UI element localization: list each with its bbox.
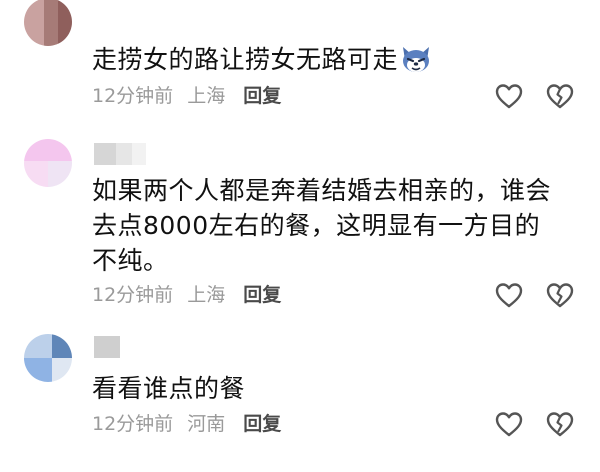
comment-item: 看看谁点的餐 12分钟前 河南 回复 (0, 330, 600, 472)
reply-button[interactable]: 回复 (243, 410, 281, 438)
like-button[interactable] (494, 82, 524, 110)
heart-outline-icon (495, 412, 523, 437)
comment-location: 上海 (187, 284, 226, 306)
dislike-button[interactable] (545, 281, 575, 309)
comment-text: 如果两个人都是奔着结婚去相亲的，谁会去点8000左右的餐，这明显有一方目的不纯。 (92, 176, 552, 275)
heart-outline-icon (495, 84, 523, 109)
username-blurred[interactable] (94, 336, 120, 358)
comment-time: 12分钟前 (92, 413, 174, 435)
comment-meta: 12分钟前 上海 回复 (92, 82, 281, 110)
broken-heart-outline-icon (546, 412, 574, 437)
avatar[interactable] (24, 334, 72, 382)
comment-text: 走捞女的路让捞女无路可走 (92, 42, 562, 83)
dislike-button[interactable] (545, 410, 575, 438)
reply-button[interactable]: 回复 (243, 281, 281, 309)
broken-heart-outline-icon (546, 283, 574, 308)
comment-time: 12分钟前 (92, 284, 174, 306)
comment-text: 看看谁点的餐 (92, 374, 246, 403)
comment-item: 走捞女的路让捞女无路可走 12分钟前 上海 回复 (0, 0, 600, 115)
comment-meta: 12分钟前 河南 回复 (92, 410, 281, 438)
broken-heart-outline-icon (546, 84, 574, 109)
like-button[interactable] (494, 281, 524, 309)
heart-outline-icon (495, 283, 523, 308)
comment-meta: 12分钟前 上海 回复 (92, 281, 281, 309)
avatar[interactable] (24, 139, 72, 187)
wolf-face-emoji-icon (400, 44, 432, 83)
username-blurred[interactable] (94, 143, 146, 165)
comment-item: 如果两个人都是奔着结婚去相亲的，谁会去点8000左右的餐，这明显有一方目的不纯。… (0, 135, 600, 320)
comment-location: 河南 (187, 413, 226, 435)
dislike-button[interactable] (545, 82, 575, 110)
comment-time: 12分钟前 (92, 85, 174, 107)
like-button[interactable] (494, 410, 524, 438)
comment-location: 上海 (187, 85, 226, 107)
avatar[interactable] (24, 0, 72, 46)
reply-button[interactable]: 回复 (243, 82, 281, 110)
